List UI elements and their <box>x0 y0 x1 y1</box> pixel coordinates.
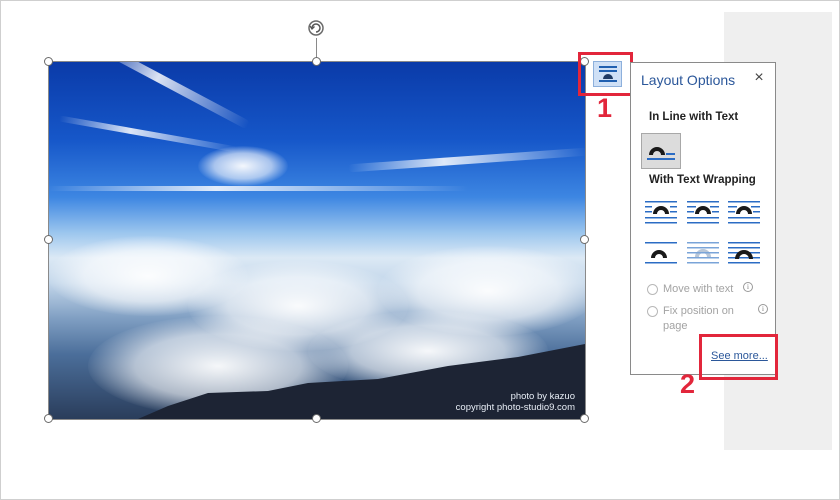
resize-handle-left[interactable] <box>44 235 53 244</box>
mountain-ridge <box>138 344 585 419</box>
resize-handle-top-left[interactable] <box>44 57 53 66</box>
fix-position-label: Fix position on <box>663 305 734 317</box>
in-line-icon <box>647 147 675 160</box>
through-wrap-icon[interactable] <box>728 198 760 224</box>
rotate-handle-icon[interactable] <box>306 18 326 38</box>
in-line-with-text-option[interactable] <box>641 133 681 169</box>
step-number-1: 1 <box>597 93 613 123</box>
move-with-text-radio[interactable] <box>647 284 658 295</box>
resize-handle-bottom-left[interactable] <box>44 414 53 423</box>
resize-handle-top[interactable] <box>312 57 321 66</box>
wrapping-heading: With Text Wrapping <box>649 174 756 186</box>
close-icon[interactable]: × <box>751 69 767 87</box>
layout-options-panel: Layout Options × In Line with Text With … <box>630 62 776 375</box>
info-icon[interactable]: i <box>758 304 768 314</box>
credit-line: copyright photo-studio9.com <box>455 402 575 413</box>
highlight-box-step-1 <box>578 52 633 96</box>
move-with-text-label: Move with text <box>663 283 734 295</box>
in-line-heading: In Line with Text <box>649 111 739 123</box>
resize-handle-right[interactable] <box>580 235 589 244</box>
highlight-box-step-2 <box>699 334 778 380</box>
selected-picture[interactable]: photo by kazuo copyright photo-studio9.c… <box>48 61 585 419</box>
square-wrap-icon[interactable] <box>645 198 677 224</box>
photo-credit: photo by kazuo copyright photo-studio9.c… <box>456 391 575 413</box>
resize-handle-bottom-right[interactable] <box>580 414 589 423</box>
resize-handle-bottom[interactable] <box>312 414 321 423</box>
tight-wrap-icon[interactable] <box>687 198 719 224</box>
fix-position-label-line2: page <box>663 320 688 332</box>
in-front-of-text-wrap-icon[interactable] <box>728 239 760 265</box>
top-and-bottom-wrap-icon[interactable] <box>645 239 677 265</box>
step-number-2: 2 <box>680 369 696 399</box>
info-icon[interactable]: i <box>743 282 753 292</box>
panel-title: Layout Options <box>641 72 736 88</box>
credit-line: photo by kazuo <box>510 391 575 402</box>
fix-position-radio[interactable] <box>647 306 658 317</box>
behind-text-wrap-icon[interactable] <box>687 239 719 265</box>
